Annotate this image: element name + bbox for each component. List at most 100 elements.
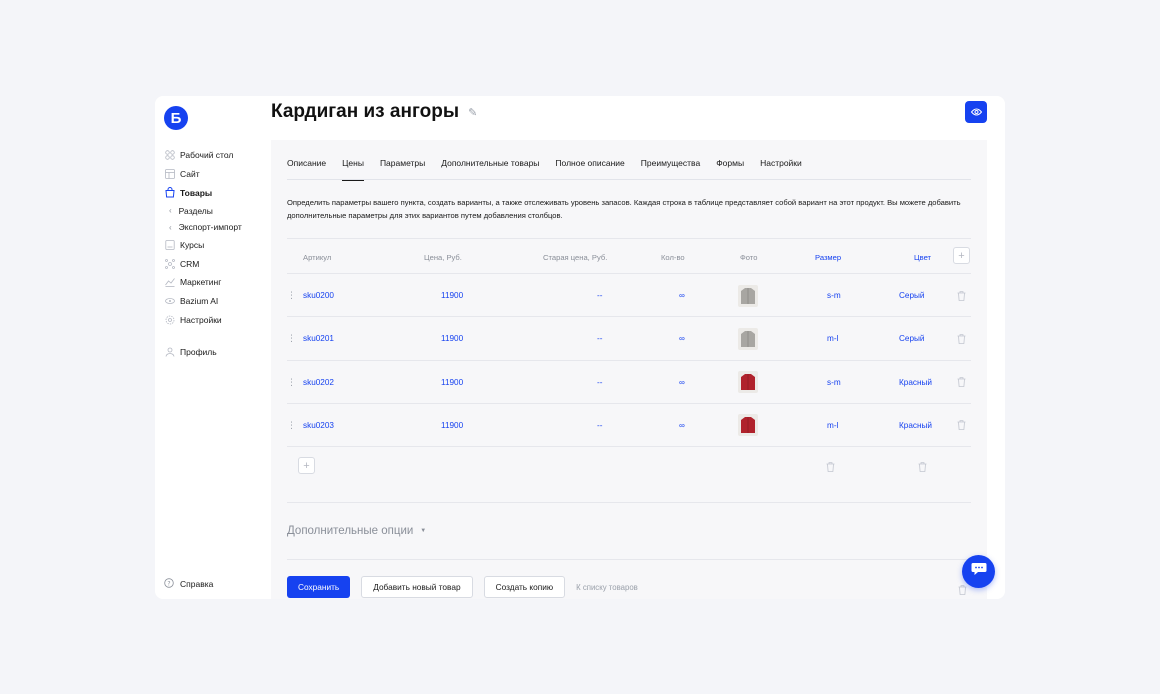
column-header-color[interactable]: Цвет: [914, 239, 931, 275]
table-header: Артикул Цена, Руб. Старая цена, Руб. Кол…: [287, 238, 971, 274]
cell-old-price[interactable]: --: [597, 361, 602, 404]
cell-qty[interactable]: ∞: [679, 317, 685, 360]
column-header-qty: Кол-во: [661, 252, 685, 262]
cell-sku[interactable]: sku0201: [303, 317, 334, 360]
save-button[interactable]: Сохранить: [287, 576, 351, 598]
cell-color[interactable]: Красный: [899, 361, 932, 404]
cell-size[interactable]: m-l: [827, 317, 838, 360]
delete-row-icon[interactable]: [957, 361, 966, 404]
chat-button[interactable]: [962, 555, 995, 588]
sidebar-subitem-export-import[interactable]: ‹ Экспорт-импорт: [164, 219, 269, 236]
drag-handle-icon[interactable]: ⋮: [287, 274, 296, 317]
logo[interactable]: Б: [164, 106, 188, 130]
gear-icon: [164, 314, 175, 325]
cell-qty[interactable]: ∞: [679, 404, 685, 447]
back-to-list-link[interactable]: К списку товаров: [576, 583, 638, 592]
tab-advantages[interactable]: Преимущества: [641, 158, 700, 180]
tab-additional-products[interactable]: Дополнительные товары: [441, 158, 539, 180]
help-icon: ?: [164, 578, 175, 589]
cell-photo[interactable]: [738, 404, 758, 447]
product-thumbnail[interactable]: [738, 327, 758, 350]
sub-bullet: ‹: [169, 206, 172, 216]
sub-bullet: ‹: [169, 222, 172, 232]
extra-options-label: Дополнительные опции: [287, 525, 414, 537]
content-panel: Описание Цены Параметры Дополнительные т…: [271, 140, 987, 599]
tab-parameters[interactable]: Параметры: [380, 158, 425, 180]
product-thumbnail[interactable]: [738, 371, 758, 394]
cell-size[interactable]: m-l: [827, 404, 838, 447]
sidebar-item-marketing[interactable]: Маркетинг: [164, 273, 269, 292]
sweater-icon: [741, 330, 755, 347]
sidebar-item-label: Рабочий стол: [180, 150, 234, 161]
delete-row-icon[interactable]: [957, 404, 966, 447]
drag-handle-icon[interactable]: ⋮: [287, 361, 296, 404]
cell-sku[interactable]: sku0202: [303, 361, 334, 404]
cell-color[interactable]: Серый: [899, 317, 924, 360]
sidebar-item-label: Настройки: [180, 314, 222, 325]
cell-size[interactable]: s-m: [827, 274, 841, 317]
cell-color[interactable]: Красный: [899, 404, 932, 447]
ai-icon: [164, 296, 175, 307]
cell-photo[interactable]: [738, 361, 758, 404]
cell-sku[interactable]: sku0203: [303, 404, 334, 447]
cell-qty[interactable]: ∞: [679, 274, 685, 317]
delete-column-color-icon[interactable]: [918, 447, 927, 487]
sidebar-item-site[interactable]: Сайт: [164, 165, 269, 184]
help-link[interactable]: ? Справка: [164, 578, 213, 589]
sidebar-item-courses[interactable]: Курсы: [164, 235, 269, 254]
drag-handle-icon[interactable]: ⋮: [287, 317, 296, 360]
extra-options-toggle[interactable]: Дополнительные опции ▼: [287, 502, 971, 560]
sidebar-item-crm[interactable]: CRM: [164, 254, 269, 273]
tab-description[interactable]: Описание: [287, 158, 326, 180]
tab-prices[interactable]: Цены: [342, 158, 364, 181]
tab-forms[interactable]: Формы: [716, 158, 744, 180]
cell-photo[interactable]: [738, 274, 758, 317]
cell-price[interactable]: 11900: [441, 274, 463, 317]
tab-settings[interactable]: Настройки: [760, 158, 802, 180]
cell-price[interactable]: 11900: [441, 361, 463, 404]
sidebar-item-settings[interactable]: Настройки: [164, 311, 269, 330]
sidebar-item-dashboard[interactable]: Рабочий стол: [164, 146, 269, 165]
sidebar-item-label: Экспорт-импорт: [178, 222, 242, 233]
create-copy-button[interactable]: Создать копию: [483, 576, 566, 598]
site-icon: [164, 169, 175, 180]
pencil-icon[interactable]: ✎: [468, 106, 477, 119]
add-new-product-button[interactable]: Добавить новый товар: [361, 576, 473, 598]
add-column-button[interactable]: +: [953, 247, 970, 264]
cell-photo[interactable]: [738, 317, 758, 360]
drag-handle-icon[interactable]: ⋮: [287, 404, 296, 447]
product-thumbnail[interactable]: [738, 414, 758, 437]
delete-row-icon[interactable]: [957, 317, 966, 360]
sidebar-subitem-sections[interactable]: ‹ Разделы: [164, 202, 269, 219]
cell-old-price[interactable]: --: [597, 404, 602, 447]
sidebar-item-label: Разделы: [178, 205, 213, 216]
cell-price[interactable]: 11900: [441, 404, 463, 447]
tab-full-description[interactable]: Полное описание: [555, 158, 624, 180]
preview-button[interactable]: [965, 101, 987, 123]
column-header-size[interactable]: Размер: [815, 239, 841, 275]
add-row-button[interactable]: +: [298, 457, 315, 475]
cell-price[interactable]: 11900: [441, 317, 463, 360]
footer-actions: Сохранить Добавить новый товар Создать к…: [287, 576, 638, 598]
sidebar-item-label: Курсы: [180, 239, 205, 250]
delete-row-icon[interactable]: [957, 274, 966, 317]
cell-color[interactable]: Серый: [899, 274, 924, 317]
cell-sku[interactable]: sku0200: [303, 274, 334, 317]
column-header-price: Цена, Руб.: [424, 252, 462, 262]
cell-old-price[interactable]: --: [597, 317, 602, 360]
sidebar-item-label: Маркетинг: [180, 277, 222, 288]
sidebar-item-products[interactable]: Товары: [164, 184, 269, 203]
delete-column-size-icon[interactable]: [826, 447, 835, 487]
cell-old-price[interactable]: --: [597, 274, 602, 317]
table-row: ⋮ sku0202 11900 -- ∞ s-m Красный: [287, 361, 971, 404]
cell-qty[interactable]: ∞: [679, 361, 685, 404]
sidebar-item-profile[interactable]: Профиль: [164, 342, 269, 361]
chat-icon: [971, 562, 987, 581]
table-body: ⋮ sku0200 11900 -- ∞ s-m Серый ⋮ sku0201 11900 -- ∞…: [287, 274, 971, 448]
delete-product-icon[interactable]: [958, 582, 967, 600]
product-thumbnail[interactable]: [738, 284, 758, 307]
cell-size[interactable]: s-m: [827, 361, 841, 404]
app-window: Б Рабочий стол Сайт Товары ‹ Разделы ‹ Э…: [155, 96, 1005, 599]
sidebar-item-ai[interactable]: Bazium AI: [164, 292, 269, 311]
